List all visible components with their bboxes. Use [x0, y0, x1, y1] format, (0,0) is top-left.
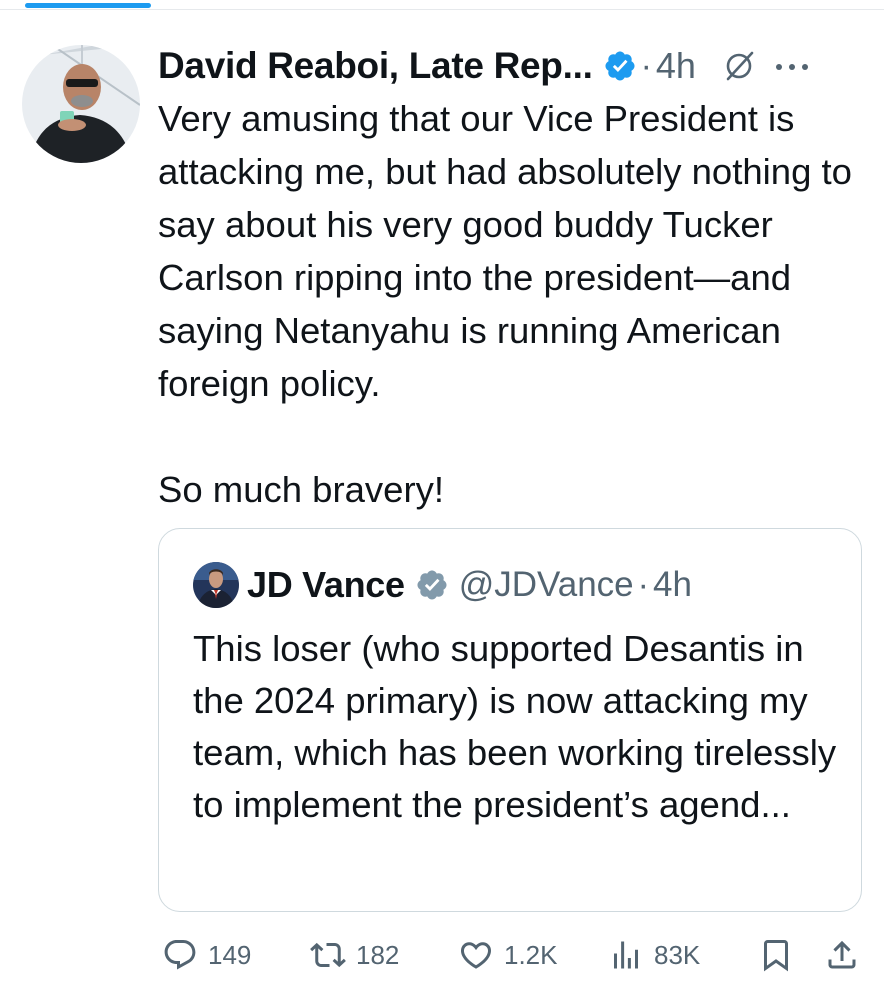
like-count: 1.2K	[504, 939, 558, 970]
views-bar-chart-icon	[608, 937, 644, 973]
tweet-paragraph: Very amusing that our Vice President is …	[158, 98, 852, 404]
quoted-tweet-header: JD Vance @JDVance · 4h	[193, 559, 692, 611]
tweet-action-bar: 149 182 1.2K 83K	[158, 930, 868, 980]
quoted-tweet-body: This loser (who supported Desantis in th…	[193, 628, 837, 825]
top-divider	[0, 9, 884, 10]
verified-badge-icon[interactable]	[603, 49, 637, 83]
tweet-header: David Reaboi, Late Rep... · 4h	[158, 38, 868, 94]
more-dots-icon[interactable]	[774, 60, 810, 72]
tweet-time[interactable]: 4h	[656, 45, 696, 87]
share-button[interactable]	[824, 930, 860, 980]
repost-count: 182	[356, 939, 400, 970]
repost-button[interactable]: 182	[310, 930, 399, 980]
share-icon	[824, 937, 860, 973]
quoted-author-handle: @JDVance	[458, 565, 634, 604]
grok-icon[interactable]	[722, 49, 756, 83]
author-avatar[interactable]	[22, 45, 140, 163]
quoted-tweet-time: 4h	[652, 565, 692, 604]
quoted-author-name: JD Vance	[247, 564, 405, 605]
tweet-paragraph: So much bravery!	[158, 469, 445, 510]
reply-count: 149	[208, 939, 252, 970]
heart-icon	[458, 937, 494, 973]
bookmark-button[interactable]	[758, 930, 794, 980]
views-count: 83K	[654, 939, 701, 970]
quoted-verified-badge-icon	[415, 568, 449, 602]
bookmark-icon	[758, 937, 794, 973]
tweet-body: Very amusing that our Vice President is …	[158, 92, 870, 516]
repost-icon	[310, 937, 346, 973]
reply-button[interactable]: 149	[162, 930, 251, 980]
author-name[interactable]: David Reaboi, Late Rep...	[158, 45, 593, 87]
separator-dot: ·	[637, 565, 649, 604]
active-tab-indicator	[25, 3, 151, 8]
quoted-author-avatar	[193, 562, 239, 608]
separator-dot: ·	[640, 46, 652, 85]
like-button[interactable]: 1.2K	[458, 930, 558, 980]
reply-icon	[162, 937, 198, 973]
author-avatar-image	[22, 45, 140, 163]
views-button[interactable]: 83K	[608, 930, 700, 980]
quoted-tweet-card[interactable]: JD Vance @JDVance · 4h This loser (who s…	[158, 528, 862, 912]
